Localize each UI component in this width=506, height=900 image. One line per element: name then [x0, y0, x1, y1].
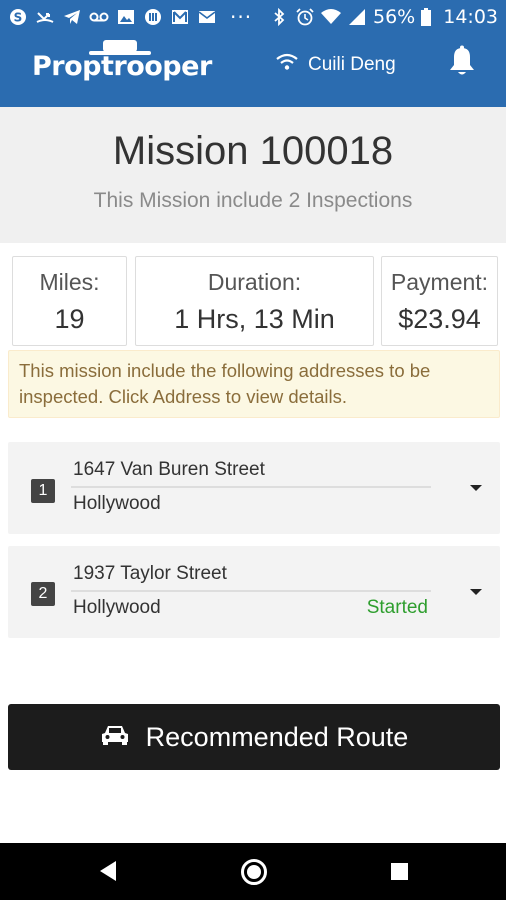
miles-stat: Miles: 19	[12, 256, 127, 346]
info-notice: This mission include the following addre…	[8, 350, 500, 418]
recommended-route-button[interactable]: Recommended Route	[8, 704, 500, 770]
payment-label: Payment:	[390, 269, 489, 295]
address-divider	[71, 590, 431, 592]
recent-apps-icon[interactable]	[391, 863, 408, 880]
address-city: Hollywood	[73, 597, 161, 618]
address-number: 1	[31, 479, 55, 503]
telegram-icon	[62, 7, 82, 27]
bell-icon[interactable]	[446, 45, 478, 83]
mail-icon	[197, 7, 217, 27]
back-icon[interactable]	[98, 860, 118, 886]
chevron-down-icon[interactable]	[470, 589, 482, 595]
notification-icons: S ···	[8, 5, 252, 29]
system-nav-bar	[0, 843, 506, 900]
duration-label: Duration:	[207, 269, 302, 295]
alarm-icon	[295, 7, 315, 27]
page-title: Mission 100018	[112, 129, 394, 173]
duration-stat: Duration: 1 Hrs, 13 Min	[135, 256, 374, 346]
mission-header: Mission 100018 This Mission include 2 In…	[0, 107, 506, 243]
home-icon[interactable]	[241, 859, 267, 885]
mission-subtitle: This Mission include 2 Inspections	[93, 189, 413, 212]
chevron-down-icon[interactable]	[470, 485, 482, 491]
gmail-icon	[170, 7, 190, 27]
signal-icon	[347, 7, 367, 27]
skype-icon: S	[8, 7, 28, 27]
user-menu[interactable]: Cuili Deng	[276, 53, 396, 77]
user-name: Cuili Deng	[308, 54, 396, 75]
address-city: Hollywood	[73, 493, 161, 514]
address-street: 1647 Van Buren Street	[73, 459, 265, 480]
clock: 14:03	[443, 5, 498, 28]
more-icon: ···	[230, 4, 253, 29]
status-badge: Started	[366, 597, 428, 618]
app-logo[interactable]: Proptrooper	[32, 51, 212, 82]
address-number: 2	[31, 582, 55, 606]
route-button-label: Recommended Route	[145, 721, 409, 752]
status-bar: S ··· 56% 14:03	[0, 0, 506, 33]
payment-value: $23.94	[398, 304, 481, 334]
app-bar: Proptrooper Cuili Deng	[0, 33, 506, 107]
image-icon	[116, 7, 136, 27]
payment-stat: Payment: $23.94	[381, 256, 498, 346]
miles-value: 19	[54, 304, 85, 334]
miles-label: Miles:	[39, 269, 100, 295]
battery-icon	[421, 7, 432, 27]
wifi-icon	[276, 53, 298, 77]
voicemail-icon	[89, 7, 109, 27]
wifi-icon	[321, 7, 341, 27]
address-item[interactable]: 2 1937 Taylor Street Hollywood Started	[8, 546, 500, 638]
bluetooth-icon	[269, 7, 289, 27]
address-divider	[71, 486, 431, 488]
duration-value: 1 Hrs, 13 Min	[174, 304, 335, 334]
svg-text:S: S	[14, 10, 23, 24]
address-item[interactable]: 1 1647 Van Buren Street Hollywood	[8, 442, 500, 534]
address-street: 1937 Taylor Street	[73, 563, 227, 584]
car-icon	[100, 722, 130, 753]
battery-percent: 56%	[373, 5, 416, 28]
media-icon	[143, 7, 163, 27]
missed-call-icon	[35, 7, 55, 27]
